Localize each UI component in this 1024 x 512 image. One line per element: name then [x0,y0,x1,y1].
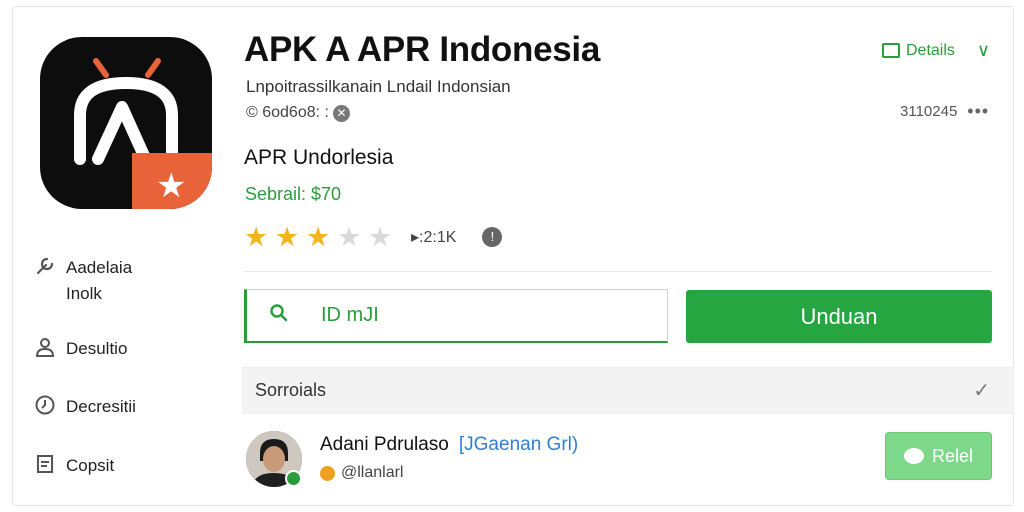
star-icon: ★ [337,222,362,252]
reply-button[interactable]: Relel [885,432,992,480]
details-button[interactable]: Details ∨ [882,40,990,61]
app-code: 3110245 ••• [900,101,989,122]
info-icon[interactable]: ! [482,227,503,247]
app-logo-icon: ★ [40,37,212,209]
star-icon: ★ [244,222,269,252]
section-header[interactable]: Sorroials ✓ [242,367,1014,414]
author-name-text: Adani Pdrulaso [320,434,449,455]
author-handle-text: @llanlarl [341,464,404,481]
author-handle: @llanlarl [320,464,403,482]
app-price: Sebrail: $70 [245,184,342,204]
app-subtitle: Lnpoitrassilkanain Lndail Indonsian [246,77,511,96]
search-icon [269,303,291,329]
details-icon [882,43,900,58]
divider [244,271,992,272]
coin-icon [320,465,335,481]
app-meta: © 6od6o8: : ✕ [246,104,350,122]
sidebar-item-aadelaia[interactable]: Aadelaia Inolk [34,255,156,307]
chevron-down-icon: ∨ [976,40,991,60]
reply-label: Relel [931,445,974,466]
verified-badge-icon [285,470,302,487]
user-icon [34,336,56,358]
sidebar-item-label: Decresitii [66,397,136,416]
download-button[interactable]: Unduan [686,290,992,343]
rating-row: ★ ★ ★ ★ ★ ▸:2:1K ! [244,222,503,252]
app-name: APR Undorlesia [244,146,394,169]
star-icon: ★ [275,222,300,252]
more-options-icon[interactable]: ••• [967,101,989,122]
chevron-down-icon: ✓ [973,380,990,402]
svg-text:★: ★ [156,166,186,206]
sidebar-item-copsit[interactable]: Copsit [34,453,114,479]
search-input[interactable] [321,304,621,327]
clock-icon [34,394,56,416]
star-icon: ★ [368,222,393,252]
author-name: Adani Pdrulaso [JGaenan Grl) [320,434,578,456]
sidebar-item-label: Desultio [66,339,128,358]
info-icon[interactable]: ✕ [332,104,350,122]
document-icon [34,453,56,475]
meta-text: © 6od6o8: : [246,104,329,121]
code-text: 3110245 [900,103,958,120]
page-title: APK A APR Indonesia [244,30,601,69]
wrench-icon [34,255,56,277]
sidebar-item-label: Aadelaia Inolk [66,258,133,303]
details-label: Details [906,41,955,59]
rating-count: ▸:2:1K [411,229,457,246]
sidebar-item-label: Copsit [66,456,115,475]
sidebar-item-desultio[interactable]: Desultio [34,336,127,362]
search-field[interactable] [244,289,668,343]
star-icon: ★ [306,222,331,252]
author-tag[interactable]: [JGaenan Grl) [459,434,578,456]
chat-bubble-icon [903,448,924,464]
section-label: Sorroials [255,380,327,400]
sidebar-item-decresitii[interactable]: Decresitii [34,394,136,420]
